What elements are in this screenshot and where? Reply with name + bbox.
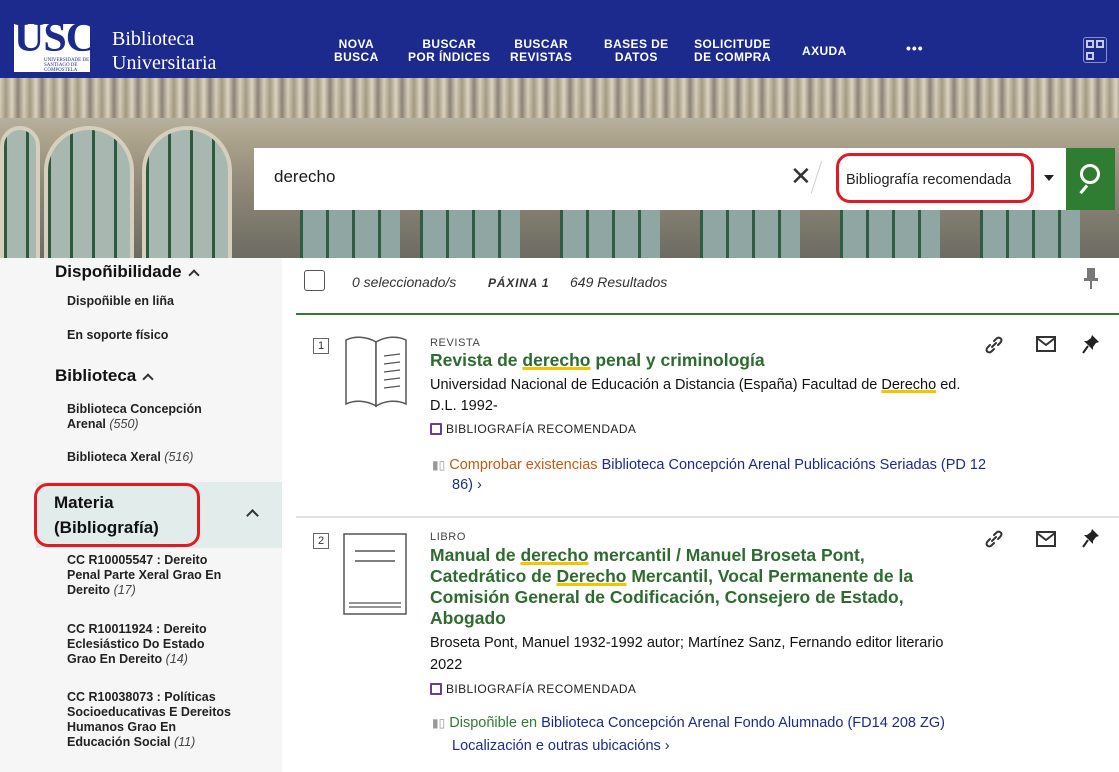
recommended-icon [430, 423, 442, 435]
chevron-up-icon [187, 269, 200, 281]
qr-code-icon[interactable] [1083, 37, 1107, 63]
filter-availability-heading[interactable]: Dispoñibilidade [55, 262, 200, 282]
recommended-badge: BIBLIOGRAFÍA RECOMENDADA [430, 421, 636, 436]
page-indicator: PÁXINA 1 [488, 276, 550, 290]
result-author: Universidad Nacional de Educación a Dist… [430, 377, 961, 393]
chevron-down-icon[interactable] [1044, 175, 1054, 181]
select-all-checkbox[interactable] [304, 270, 325, 291]
book-icon: ▮▯ [432, 458, 446, 472]
result-type: LIBRO [430, 531, 467, 543]
pin-icon[interactable] [1084, 268, 1098, 295]
selected-count: 0 seleccionado/s [352, 274, 457, 290]
filter-library-xeral[interactable]: Biblioteca Xeral (516) [67, 450, 193, 465]
hero-frieze [0, 78, 1119, 118]
recommended-icon [430, 683, 442, 695]
result-number[interactable]: 1 [313, 338, 329, 354]
logo-subtitle: UNIVERSIDADE DE SANTIAGO DE COMPOSTELA [44, 58, 90, 73]
result-date: 2022 [430, 657, 463, 673]
nav-new-search[interactable]: NOVA BUSCA [334, 38, 379, 64]
nav-purchase-request[interactable]: SOLICITUDE DE COMPRA [694, 38, 771, 64]
logo-text: USC [14, 15, 96, 61]
nav-databases[interactable]: BASES DE DATOS [604, 38, 669, 64]
pin-icon[interactable] [1082, 334, 1100, 359]
recommended-badge: BIBLIOGRAFÍA RECOMENDADA [430, 681, 636, 696]
subject-annotation-highlight [34, 483, 200, 547]
pin-icon[interactable] [1082, 528, 1100, 553]
availability-line[interactable]: ▮▯ Dispoñible en Biblioteca Concepción A… [432, 713, 945, 733]
link-icon[interactable] [984, 529, 1004, 554]
result-title[interactable]: Manual de derecho mercantil / Manuel Bro… [430, 545, 990, 629]
result-type: REVISTA [430, 337, 481, 349]
filter-subject-item[interactable]: CC R10005547 : Dereito Penal Parte Xeral… [67, 553, 237, 598]
search-input[interactable] [274, 167, 754, 187]
availability-line[interactable]: ▮▯ Comprobar existencias Biblioteca Conc… [432, 455, 986, 475]
clear-icon[interactable]: ✕ [790, 163, 812, 189]
book-icon: ▮▯ [432, 716, 446, 730]
result-author: Broseta Pont, Manuel 1932-1992 autor; Ma… [430, 635, 944, 651]
nav-journal-search[interactable]: BUSCAR REVISTAS [510, 38, 572, 64]
more-menu-button[interactable]: ••• [906, 40, 924, 56]
result-date: D.L. 1992- [430, 398, 498, 414]
result-number[interactable]: 2 [313, 533, 329, 549]
email-icon[interactable] [1036, 531, 1056, 552]
email-icon[interactable] [1036, 336, 1056, 357]
brand-line-1[interactable]: Biblioteca [112, 28, 194, 51]
scope-annotation-highlight [836, 153, 1034, 203]
filter-subject-item[interactable]: CC R10038073 : Políticas Socioeducativas… [67, 690, 237, 750]
more-locations-link[interactable]: Localización e outras ubicacións › [452, 736, 670, 756]
filter-library-concepcion[interactable]: Biblioteca Concepción Arenal (550) [67, 402, 237, 432]
hero-arch [142, 126, 232, 258]
book-thumbnail[interactable] [343, 533, 413, 625]
filter-library-heading[interactable]: Biblioteca [55, 366, 154, 386]
hero-arch [0, 126, 40, 258]
search-icon [1080, 164, 1100, 184]
filter-physical[interactable]: En soporte físico [67, 328, 168, 343]
brand-line-2[interactable]: Universitaria [112, 52, 216, 75]
result-title[interactable]: Revista de derecho penal y criminología [430, 350, 765, 371]
filter-subject-item[interactable]: CC R10011924 : Dereito Eclesiástico Do E… [67, 622, 237, 667]
hero-arch [44, 126, 134, 258]
search-button[interactable] [1066, 148, 1115, 210]
link-icon[interactable] [984, 335, 1004, 360]
filter-online[interactable]: Dispoñible en liña [67, 294, 174, 309]
journal-thumbnail[interactable] [340, 334, 410, 426]
nav-help[interactable]: AXUDA [802, 45, 847, 58]
chevron-up-icon [142, 373, 154, 385]
result-count: 649 Resultados [570, 274, 668, 290]
availability-line-cont[interactable]: 86) › [452, 475, 482, 495]
nav-browse-indices[interactable]: BUSCAR POR ÍNDICES [408, 38, 490, 64]
